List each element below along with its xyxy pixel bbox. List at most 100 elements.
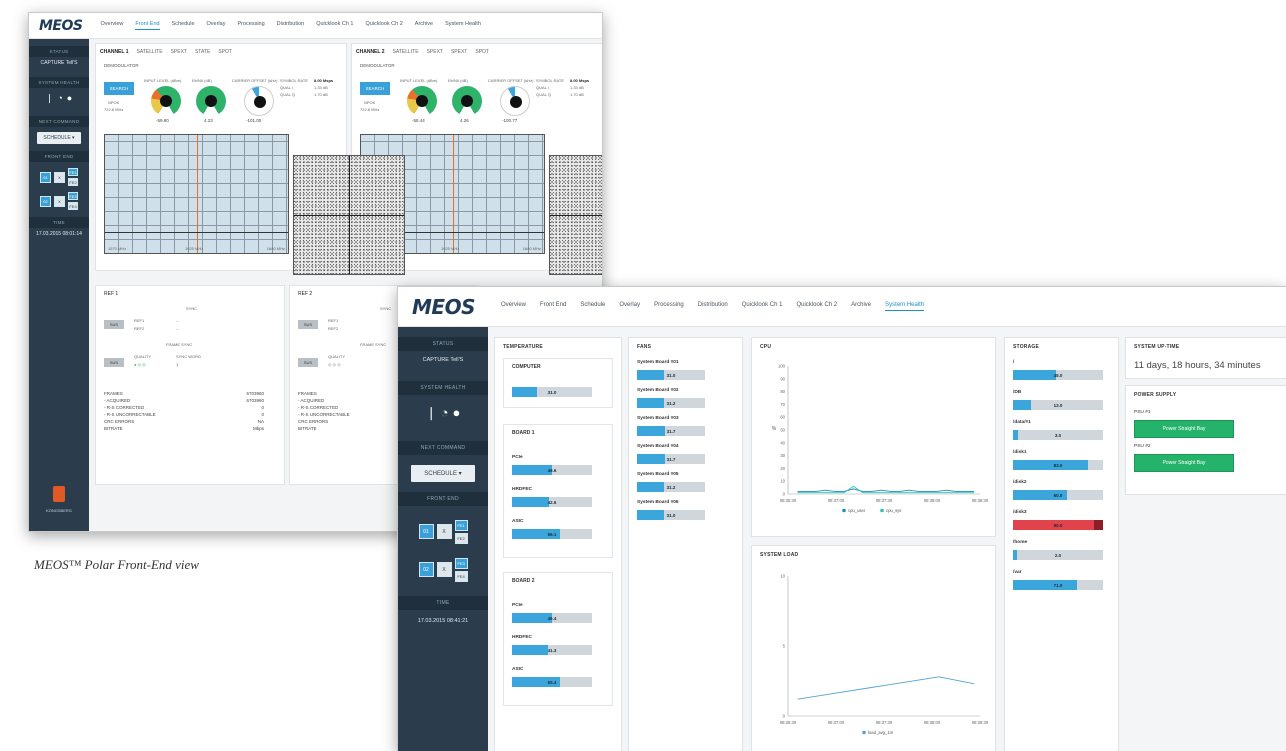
fe-chip-x[interactable]: X xyxy=(436,562,452,578)
quality-value: 1 xyxy=(176,362,179,367)
nav-processing[interactable]: Processing xyxy=(654,302,684,311)
satellite-tab[interactable]: SATELLITE xyxy=(393,49,419,55)
cpu-chart[interactable]: 100908070605040302010008:35:30 08:37:00 08… xyxy=(758,356,990,526)
search-button[interactable]: SEARCH xyxy=(104,82,134,95)
spext-tab[interactable]: SPEXT xyxy=(171,49,187,55)
antenna-icon[interactable]: ❘ xyxy=(426,405,437,421)
quality-dots: ◎ ◎ ◎ xyxy=(328,362,341,367)
nav-processing[interactable]: Processing xyxy=(237,21,264,30)
pie-icon[interactable]: ◔ xyxy=(441,405,449,421)
fe-chip-fe4[interactable]: FE4 xyxy=(454,570,468,582)
quality-label: QUALITY xyxy=(328,354,346,359)
nav-front-end[interactable]: Front End xyxy=(540,302,566,311)
quality-label: QUAL I xyxy=(536,85,549,90)
nav-overview[interactable]: Overview xyxy=(100,21,123,30)
fe-chip-02[interactable]: 02 xyxy=(418,562,434,578)
row-value: 6703960 xyxy=(246,398,264,403)
satellite-tab[interactable]: SATELLITE xyxy=(137,49,163,55)
fe-chip-fe2[interactable]: FE2 xyxy=(454,532,468,544)
legend-label: cpu_user xyxy=(848,508,866,513)
fe-chip-fe1[interactable]: FE1 xyxy=(454,519,468,531)
nav-quicklook-ch1[interactable]: Quicklook Ch 1 xyxy=(316,21,353,30)
nav-distribution[interactable]: Distribution xyxy=(698,302,728,311)
fe-pair: FE3 FE4 xyxy=(68,192,78,210)
nav-quicklook-ch2[interactable]: Quicklook Ch 2 xyxy=(796,302,837,311)
subcard-title: BOARD 2 xyxy=(512,578,535,584)
chat-icon[interactable]: ● xyxy=(67,93,72,104)
nav-quicklook-ch1[interactable]: Quicklook Ch 1 xyxy=(742,302,783,311)
board-1-subcard: BOARD 1 PCIe 46.6 HRDFEC 42.6 ASIC 56.1 xyxy=(503,424,613,558)
nav-overview[interactable]: Overview xyxy=(501,302,526,311)
spot-tab[interactable]: SPOT xyxy=(475,49,489,55)
row-value: 6703960 xyxy=(246,391,264,396)
storage-label: /DB xyxy=(1013,390,1022,395)
spext-tab[interactable]: SPEXT xyxy=(451,49,467,55)
nav-system-health[interactable]: System Health xyxy=(885,302,925,311)
nav-archive[interactable]: Archive xyxy=(415,21,433,30)
fe-chip-fe1[interactable]: FE1 xyxy=(68,168,78,176)
fe-chip-02[interactable]: 02 xyxy=(40,195,51,207)
sus-button[interactable]: SUS xyxy=(104,320,124,329)
spectrum-plot[interactable]: 1570 MHz 1625 MHz 1680 MHz xyxy=(104,134,289,254)
nav-distribution[interactable]: Distribution xyxy=(277,21,305,30)
nav-schedule[interactable]: Schedule xyxy=(172,21,195,30)
schedule-select[interactable]: SCHEDULE ▾ xyxy=(410,464,476,482)
row-key: - R-S UNCORRECTABLE xyxy=(104,412,156,417)
row-value: 0 xyxy=(261,412,264,417)
ref2-label: REF2 xyxy=(134,326,145,331)
nav-system-health[interactable]: System Health xyxy=(445,21,481,30)
spext-tab[interactable]: SPEXT xyxy=(427,49,443,55)
nav-overlay[interactable]: Overlay xyxy=(207,21,226,30)
fan-bar: 31.7 xyxy=(637,454,705,464)
system-health-content: TEMPERATURE COMPUTER 31.0 BOARD 1 PCIe 4… xyxy=(488,327,1286,751)
spectrum-marker[interactable] xyxy=(197,135,198,253)
fe-chip-x[interactable]: X xyxy=(436,524,452,540)
gauge-value: -101.00 xyxy=(246,118,262,123)
fe-chip-fe3[interactable]: FE3 xyxy=(68,192,78,200)
nav-front-end[interactable]: Front End xyxy=(135,21,160,30)
chat-icon[interactable]: ● xyxy=(452,405,460,421)
quality-value: 1.70 dB xyxy=(570,92,584,97)
constellation-plot-ch1[interactable] xyxy=(293,155,405,275)
fe-chip-fe2[interactable]: FE2 xyxy=(68,178,78,186)
search-button[interactable]: SEARCH xyxy=(360,82,390,95)
storage-bar: 71.0 xyxy=(1013,580,1103,590)
fe-chip-fe3[interactable]: FE3 xyxy=(454,557,468,569)
bar-value: 31.2 xyxy=(666,400,676,406)
sus-button[interactable]: SUS xyxy=(104,358,124,367)
channel-tab[interactable]: CHANNEL 2 xyxy=(356,49,385,55)
nav-schedule[interactable]: Schedule xyxy=(580,302,605,311)
y-tick-label: 50 xyxy=(780,428,785,433)
sync-word-label: SYNC WORD xyxy=(176,354,201,359)
schedule-select[interactable]: SCHEDULE ▾ xyxy=(37,132,81,144)
fe-chip-01[interactable]: 01 xyxy=(40,171,51,183)
nav-overlay[interactable]: Overlay xyxy=(619,302,640,311)
spot-tab[interactable]: SPOT xyxy=(218,49,232,55)
state-tab[interactable]: STATE xyxy=(195,49,210,55)
pie-icon[interactable]: ◔ xyxy=(57,93,62,104)
kongsberg-crown-icon xyxy=(53,486,65,503)
system-load-chart[interactable]: 10 5 008:35:30 08:37:00 08:37:30 08:38:00 08:3… xyxy=(758,564,990,751)
sus-button[interactable]: SUS xyxy=(298,320,318,329)
ref1-value: -- xyxy=(176,318,179,323)
symbol-rate-label: SYMBOL RATE xyxy=(536,78,565,83)
constellation-plot-ch2[interactable] xyxy=(549,155,602,275)
card-title: SYSTEM LOAD xyxy=(760,552,799,558)
temp-bar: 55.4 xyxy=(512,677,592,687)
fe-chip-x[interactable]: X xyxy=(54,195,65,207)
spectrum-marker[interactable] xyxy=(453,135,454,253)
nav-quicklook-ch2[interactable]: Quicklook Ch 2 xyxy=(365,21,402,30)
sus-button[interactable]: SUS xyxy=(298,358,318,367)
ref-title: REF 1 xyxy=(104,291,119,297)
channel-tab[interactable]: CHANNEL 1 xyxy=(100,49,129,55)
antenna-icon[interactable]: ❘ xyxy=(46,93,54,104)
card-title: FANS xyxy=(637,344,652,350)
fe-pair: FE1 FE2 xyxy=(68,168,78,186)
y-tick-label: 90 xyxy=(780,376,785,381)
fe-chip-01[interactable]: 01 xyxy=(418,524,434,540)
figure-caption: MEOS™ Polar Front-End view xyxy=(34,557,199,572)
nav-archive[interactable]: Archive xyxy=(851,302,871,311)
fe-chip-x[interactable]: X xyxy=(54,171,65,183)
fe-chip-fe4[interactable]: FE4 xyxy=(68,202,78,210)
spectrum-x-label: 1570 MHz xyxy=(108,246,127,251)
